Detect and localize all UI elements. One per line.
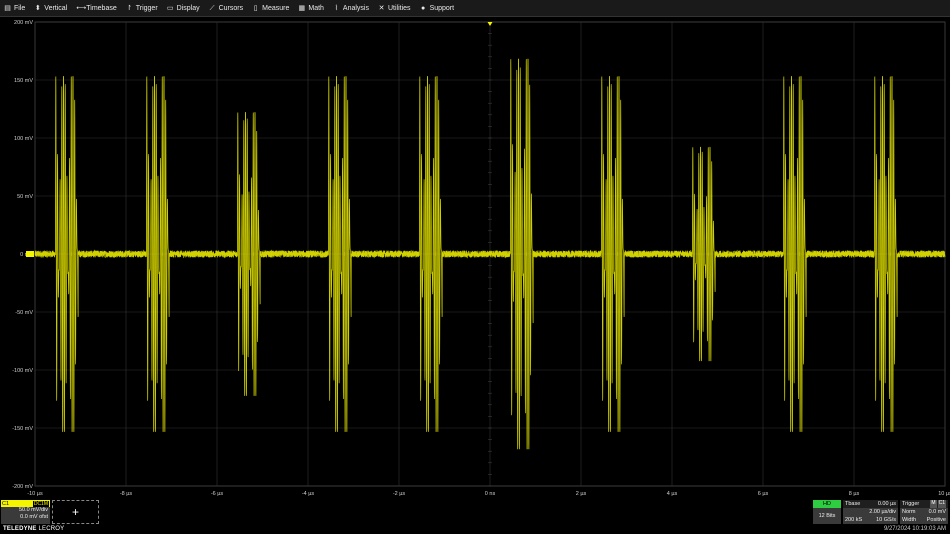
trigger-slope: Positive <box>926 517 946 523</box>
menu-utilities[interactable]: ✕ Utilities <box>374 0 416 16</box>
add-channel-button[interactable]: + <box>52 500 99 524</box>
channel-coupling: DC1M <box>32 500 49 507</box>
trigger-time-marker <box>487 22 493 26</box>
x-tick-label: 0 ns <box>485 491 496 497</box>
channel-descriptor-c1[interactable]: C1 DC1M 50.0 mV/div 0.0 mV ofst <box>1 500 50 524</box>
timebase-delay: 0.00 µs <box>877 501 896 507</box>
y-tick-label: -200 mV <box>12 484 33 490</box>
menu-timebase[interactable]: ⟷ Timebase <box>72 0 121 16</box>
analysis-icon: ⌇ <box>334 4 339 12</box>
menu-math[interactable]: ▦ Math <box>294 0 329 16</box>
y-tick-label: -50 mV <box>15 310 33 316</box>
status-bar: C1 DC1M 50.0 mV/div 0.0 mV ofst + TELEDY… <box>0 498 950 534</box>
vertical-arrows-icon: ⬍ <box>34 4 41 12</box>
menu-label: File <box>14 4 26 12</box>
trigger-icon: ↾ <box>126 4 133 12</box>
y-tick-label: -100 mV <box>12 368 33 374</box>
menu-label: Timebase <box>86 4 117 12</box>
y-tick-label: 150 mV <box>14 78 33 84</box>
x-tick-label: 8 µs <box>849 491 860 497</box>
file-icon: ▤ <box>4 4 11 12</box>
y-tick-label: -150 mV <box>12 426 33 432</box>
hd-bits: 12 Bits <box>813 508 841 524</box>
menu-label: Math <box>308 4 324 12</box>
y-tick-label: 200 mV <box>14 20 33 26</box>
x-tick-label: -10 µs <box>27 491 43 497</box>
timebase-title: Tbase <box>845 501 861 507</box>
hd-label: HD <box>813 500 841 508</box>
menu-trigger[interactable]: ↾ Trigger <box>122 0 163 16</box>
menu-label: Vertical <box>44 4 68 12</box>
timebase-samples: 200 kS <box>845 517 863 523</box>
cursor-icon: ⟋ <box>209 4 215 12</box>
menu-label: Display <box>176 4 200 12</box>
menu-support[interactable]: ● Support <box>416 0 460 16</box>
hd-resolution-indicator[interactable]: HD 12 Bits <box>813 500 841 524</box>
menu-label: Measure <box>262 4 290 12</box>
timebase-tdiv: 2.00 µs/div <box>869 509 896 515</box>
measure-icon: ▯ <box>253 4 258 12</box>
menu-label: Cursors <box>218 4 244 12</box>
trigger-descriptor[interactable]: Trigger M C1 Norm 0.0 mV Width Positive <box>900 500 948 524</box>
channel-offset: 0.0 mV ofst <box>20 514 48 520</box>
channel-header: C1 DC1M <box>1 500 50 507</box>
x-tick-label: 2 µs <box>576 491 587 497</box>
menu-label: Analysis <box>342 4 369 12</box>
display-icon: ▭ <box>166 4 174 12</box>
x-tick-label: 4 µs <box>667 491 678 497</box>
brand-logo: TELEDYNE LECROY <box>3 526 65 532</box>
plus-icon: + <box>71 505 79 519</box>
menu-label: Trigger <box>135 4 158 12</box>
menu-file[interactable]: ▤ File <box>0 0 30 16</box>
timebase-rate: 10 GS/s <box>876 517 896 523</box>
x-tick-label: 10 µs <box>938 491 950 497</box>
channel-name: C1 <box>2 500 10 507</box>
menu-measure[interactable]: ▯ Measure <box>248 0 294 16</box>
menu-display[interactable]: ▭ Display <box>163 0 205 16</box>
x-tick-label: -2 µs <box>393 491 406 497</box>
y-tick-label: 50 mV <box>17 194 33 200</box>
channel-settings: 50.0 mV/div 0.0 mV ofst <box>1 507 50 524</box>
menu-vertical[interactable]: ⬍ Vertical <box>30 0 72 16</box>
trigger-mode-badge: M <box>930 500 937 508</box>
channel-vdiv: 50.0 mV/div <box>18 507 48 513</box>
waveform-grid: 200 mV150 mV100 mV50 mV0 mV-50 mV-100 mV… <box>12 20 950 497</box>
menu-cursors[interactable]: ⟋ Cursors <box>205 0 249 16</box>
trigger-type: Width <box>902 517 917 523</box>
trigger-title: Trigger <box>902 501 920 507</box>
math-icon: ▦ <box>298 4 306 12</box>
horizontal-arrows-icon: ⟷ <box>76 4 87 12</box>
x-tick-label: -6 µs <box>211 491 224 497</box>
x-tick-label: -8 µs <box>120 491 133 497</box>
timebase-descriptor[interactable]: Tbase 0.00 µs 2.00 µs/div 200 kS 10 GS/s <box>843 500 898 524</box>
channel-ground-marker <box>26 251 34 257</box>
x-tick-label: -4 µs <box>302 491 315 497</box>
trigger-source-badge: C1 <box>937 500 946 508</box>
date-time: 9/27/2024 10:19:03 AM <box>883 526 946 532</box>
menu-label: Support <box>429 4 455 12</box>
wrench-icon: ✕ <box>378 4 385 12</box>
menu-label: Utilities <box>388 4 411 12</box>
waveform-display[interactable]: 200 mV150 mV100 mV50 mV0 mV-50 mV-100 mV… <box>0 16 950 498</box>
menu-bar: ▤ File ⬍ Vertical ⟷ Timebase ↾ Trigger ▭ Display ⟋… <box>0 0 950 17</box>
x-tick-label: 6 µs <box>758 491 769 497</box>
trigger-level: 0.0 mV <box>928 509 946 515</box>
info-icon: ● <box>420 4 426 12</box>
menu-analysis[interactable]: ⌇ Analysis <box>329 0 374 16</box>
y-tick-label: 100 mV <box>14 136 33 142</box>
trigger-mode: Norm <box>902 509 916 515</box>
